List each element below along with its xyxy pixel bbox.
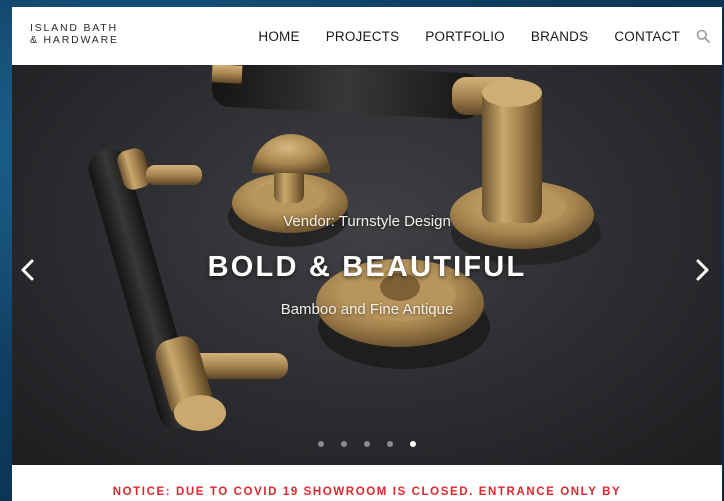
slider-dot-2[interactable] [341, 441, 347, 447]
logo-line-2: & HARDWARE [30, 34, 119, 46]
chevron-right-icon[interactable] [690, 255, 714, 285]
slider-dot-3[interactable] [364, 441, 370, 447]
notice-bar: NOTICE: DUE TO COVID 19 SHOWROOM IS CLOS… [12, 465, 722, 501]
slider-dots [12, 441, 722, 447]
nav-home[interactable]: HOME [258, 29, 299, 44]
slide-title: BOLD & BEAUTIFUL [207, 251, 527, 283]
browser-page: ISLAND BATH & HARDWARE HOME PROJECTS POR… [12, 7, 722, 501]
slider-dot-4[interactable] [387, 441, 393, 447]
covid-notice: NOTICE: DUE TO COVID 19 SHOWROOM IS CLOS… [112, 486, 622, 498]
main-nav: HOME PROJECTS PORTFOLIO BRANDS CONTACT [232, 7, 710, 65]
slide-vendor: Vendor: Turnstyle Design [283, 213, 451, 230]
search-icon[interactable] [696, 29, 710, 43]
hero-slider: Vendor: Turnstyle Design BOLD & BEAUTIFU… [12, 65, 722, 465]
nav-projects[interactable]: PROJECTS [326, 29, 400, 44]
slide-subtitle: Bamboo and Fine Antique [280, 301, 454, 318]
slider-dot-5[interactable] [410, 441, 416, 447]
site-logo[interactable]: ISLAND BATH & HARDWARE [30, 22, 119, 46]
logo-line-1: ISLAND BATH [30, 22, 118, 34]
nav-portfolio[interactable]: PORTFOLIO [425, 29, 505, 44]
chevron-left-icon[interactable] [16, 255, 40, 285]
slider-dot-1[interactable] [318, 441, 324, 447]
site-header: ISLAND BATH & HARDWARE HOME PROJECTS POR… [12, 7, 722, 65]
nav-contact[interactable]: CONTACT [614, 29, 680, 44]
nav-brands[interactable]: BRANDS [531, 29, 588, 44]
